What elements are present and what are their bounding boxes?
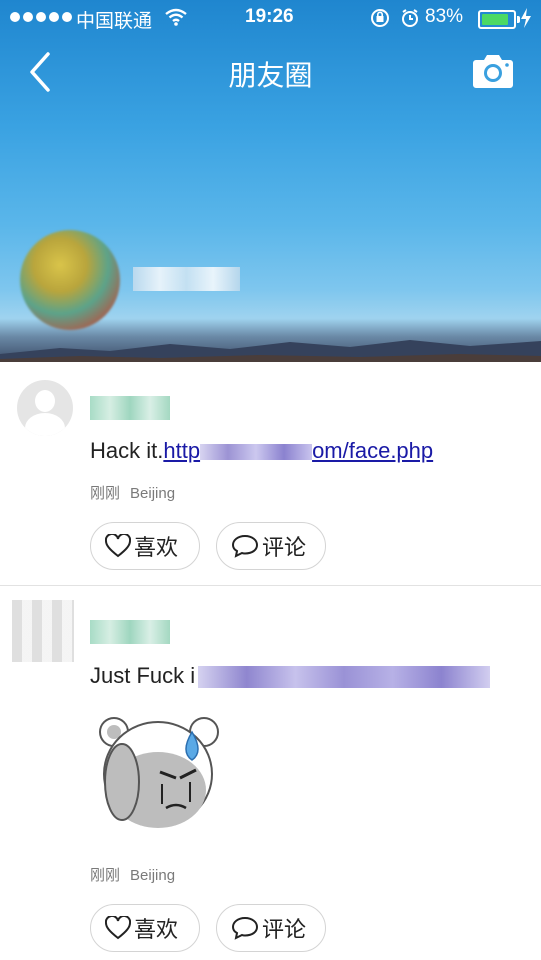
post-text: Just Fuck i xyxy=(90,663,195,689)
camera-button[interactable] xyxy=(472,52,514,90)
comment-button[interactable]: 评论 xyxy=(216,904,326,952)
post-location[interactable]: Beijing xyxy=(130,867,175,884)
post-text-prefix: Just Fuck i xyxy=(90,663,196,688)
post-meta: 刚刚 Beijing xyxy=(90,864,175,885)
cover-hills xyxy=(0,340,541,362)
like-button[interactable]: 喜欢 xyxy=(90,522,200,570)
post-avatar[interactable] xyxy=(17,380,73,436)
post-username-blurred[interactable] xyxy=(90,620,170,644)
my-avatar[interactable] xyxy=(20,230,120,330)
comment-label: 评论 xyxy=(262,917,307,942)
battery-icon xyxy=(478,10,520,29)
my-name-blurred xyxy=(133,267,240,291)
post-divider xyxy=(0,585,541,586)
speech-bubble-icon xyxy=(231,916,259,940)
post-text-redacted xyxy=(198,666,490,688)
battery-percent: 83% xyxy=(425,6,464,27)
heart-icon xyxy=(105,534,131,558)
post-text: Hack it.http om/face.php xyxy=(90,438,433,464)
wifi-icon xyxy=(165,8,187,26)
post-text-prefix: Hack it. xyxy=(90,438,164,463)
signal-icon xyxy=(10,12,72,22)
rotation-lock-icon xyxy=(371,9,389,27)
like-label: 喜欢 xyxy=(134,917,179,942)
post-location[interactable]: Beijing xyxy=(130,485,175,502)
carrier-label: 中国联通 xyxy=(76,11,153,32)
alarm-icon xyxy=(402,9,418,27)
link-redacted xyxy=(200,444,313,461)
post-meta: 刚刚 Beijing xyxy=(90,482,175,503)
post-time: 刚刚 xyxy=(90,485,121,502)
crying-bear-sticker-icon xyxy=(99,717,219,828)
heart-icon xyxy=(105,916,131,940)
page-title: 朋友圈 xyxy=(228,60,313,91)
status-bar: 中国联通 19:26 83% xyxy=(0,0,541,36)
post-link[interactable]: http om/face.php xyxy=(163,438,433,463)
post-time: 刚刚 xyxy=(90,867,121,884)
speech-bubble-icon xyxy=(231,534,259,558)
charging-bolt-icon xyxy=(521,8,531,28)
clock: 19:26 xyxy=(245,6,294,27)
comment-button[interactable]: 评论 xyxy=(216,522,326,570)
cover-header: 中国联通 19:26 83% 朋友圈 xyxy=(0,0,541,362)
comment-label: 评论 xyxy=(262,535,307,560)
like-button[interactable]: 喜欢 xyxy=(90,904,200,952)
post-avatar-blurred[interactable] xyxy=(12,600,74,662)
post-username-blurred[interactable] xyxy=(90,396,170,420)
like-label: 喜欢 xyxy=(134,535,179,560)
